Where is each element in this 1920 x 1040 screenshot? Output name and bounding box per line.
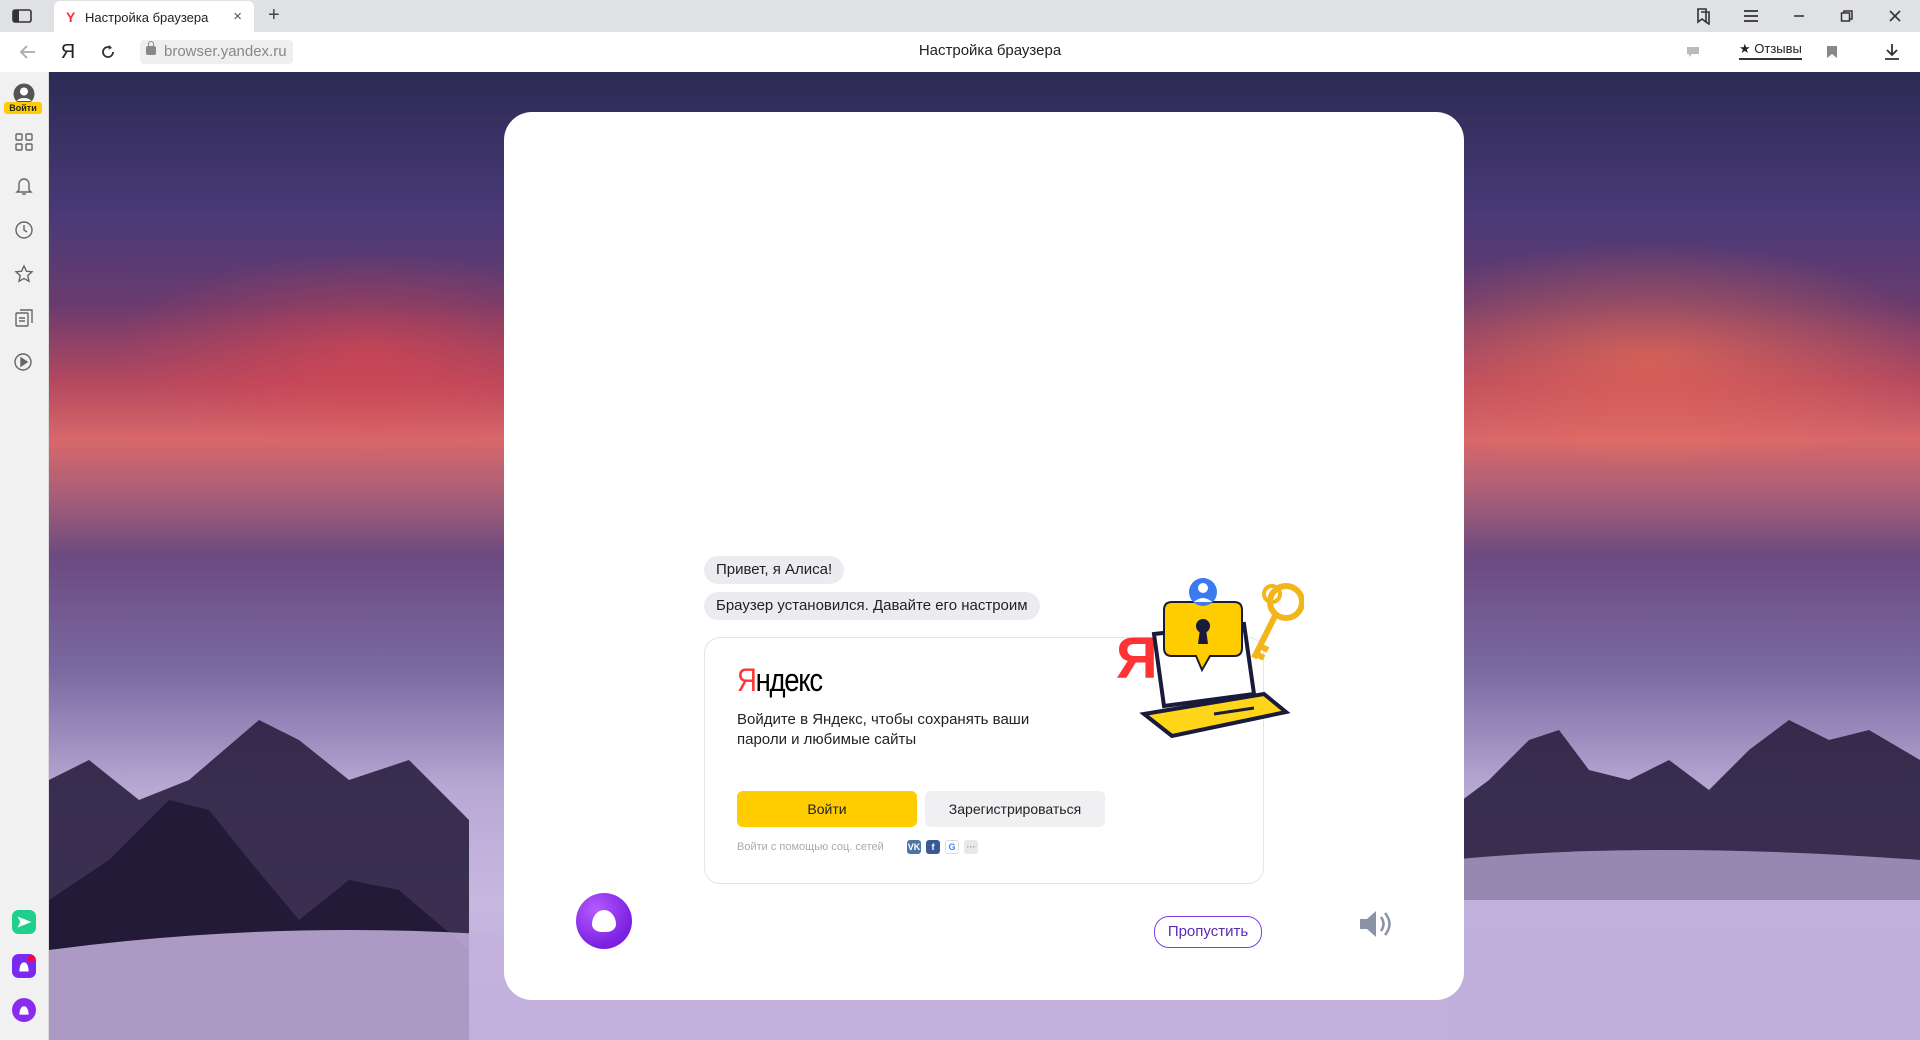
google-icon[interactable]: G: [945, 840, 959, 854]
yandex-favicon-icon: Y: [66, 9, 76, 25]
more-social-icon[interactable]: ···: [964, 840, 978, 854]
alice-button[interactable]: [576, 893, 632, 949]
login-badge[interactable]: Войти: [4, 102, 42, 114]
alice-message-setup: Браузер установился. Давайте его настрои…: [704, 592, 1040, 620]
history-icon[interactable]: [12, 218, 36, 242]
new-tab-button[interactable]: +: [268, 4, 280, 27]
bookmark-page-icon[interactable]: [1820, 40, 1844, 64]
minimize-icon[interactable]: [1776, 0, 1822, 32]
bell-icon[interactable]: [12, 174, 36, 198]
tab-active[interactable]: Y Настройка браузера ×: [54, 1, 254, 32]
tab-title: Настройка браузера: [85, 10, 209, 25]
security-illustration: Я: [1116, 578, 1304, 739]
setup-dialog: Привет, я Алиса! Браузер установился. Да…: [504, 112, 1464, 1000]
speaker-icon[interactable]: [1358, 908, 1394, 940]
login-description: Войдите в Яндекс, чтобы сохранять ваши п…: [737, 711, 1030, 748]
tab-close-icon[interactable]: ×: [233, 8, 242, 25]
vk-icon[interactable]: VK: [907, 840, 921, 854]
messenger-icon[interactable]: [12, 910, 36, 934]
skip-button[interactable]: Пропустить: [1154, 916, 1262, 948]
login-button[interactable]: Войти: [737, 791, 917, 827]
menu-icon[interactable]: [1728, 0, 1774, 32]
yandex-logo: Яндекс: [737, 662, 823, 698]
comments-icon[interactable]: [1681, 40, 1705, 64]
sidebar-toggle-icon[interactable]: [12, 8, 32, 24]
video-icon[interactable]: [12, 350, 36, 374]
app-icon[interactable]: [12, 954, 36, 978]
alice-message-greeting: Привет, я Алиса!: [704, 556, 845, 584]
register-button[interactable]: Зарегистрироваться: [925, 791, 1105, 827]
social-login-label: Войти с помощью соц. сетей: [737, 841, 884, 853]
bookmarks-icon[interactable]: [12, 262, 36, 286]
collections-icon[interactable]: [12, 306, 36, 330]
reviews-button[interactable]: ★ Отзывы: [1739, 41, 1802, 60]
close-window-icon[interactable]: [1872, 0, 1918, 32]
alice-icon[interactable]: [12, 998, 36, 1022]
restore-icon[interactable]: [1824, 0, 1870, 32]
sidebar: Войти: [0, 72, 49, 1040]
downloads-icon[interactable]: [1880, 40, 1904, 64]
bookmarks-panel-icon[interactable]: [1680, 0, 1726, 32]
apps-icon[interactable]: [12, 130, 36, 154]
page-title: Настройка браузера: [918, 42, 1062, 59]
facebook-icon[interactable]: f: [926, 840, 940, 854]
address-bar: Я browser.yandex.ru Настройка браузера ★…: [0, 32, 1920, 73]
svg-text:Я: Я: [1116, 626, 1158, 691]
tab-strip: Y Настройка браузера × +: [0, 0, 1920, 32]
